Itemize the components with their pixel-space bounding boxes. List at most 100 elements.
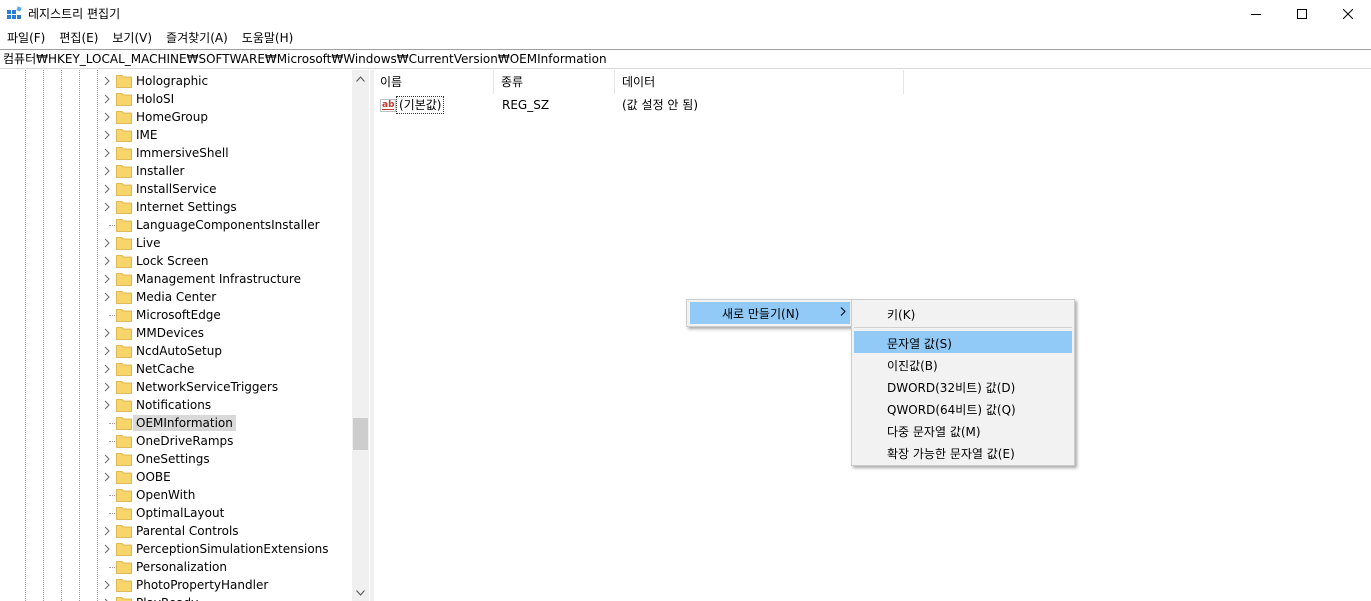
scroll-down-button[interactable] [352,584,369,601]
chevron-right-icon[interactable] [102,346,112,356]
value-row[interactable]: ab (기본값) REG_SZ (값 설정 안 됨) [374,96,1371,114]
tree-item[interactable]: OptimalLayout [0,504,352,522]
new-submenu: 키(K) 문자열 값(S) 이진값(B) DWORD(32비트) 값(D) QW… [851,299,1075,466]
tree-item-label: InstallService [136,182,217,196]
chevron-right-icon[interactable] [102,256,112,266]
tree-item[interactable]: Personalization [0,558,352,576]
chevron-right-icon [840,307,846,316]
tree-item-label: Holographic [136,74,209,88]
submenu-item-multi-string-value[interactable]: 다중 문자열 값(M) [854,419,1072,441]
menu-help[interactable]: 도움말(H) [235,28,301,48]
svg-text:ab: ab [382,100,395,110]
tree-item-label: OEMInformation [133,415,236,431]
chevron-right-icon[interactable] [102,238,112,248]
tree-item[interactable]: Installer [0,162,352,180]
minimize-button[interactable] [1233,0,1279,28]
menu-file[interactable]: 파일(F) [0,28,52,48]
submenu-item-string-value[interactable]: 문자열 값(S) [854,331,1072,353]
chevron-right-icon[interactable] [102,454,112,464]
tree-item[interactable]: Internet Settings [0,198,352,216]
chevron-right-icon[interactable] [102,94,112,104]
chevron-right-icon[interactable] [102,76,112,86]
column-type[interactable]: 종류 [495,70,615,94]
submenu-item-qword-value[interactable]: QWORD(64비트) 값(Q) [854,397,1072,419]
tree-item-label: LanguageComponentsInstaller [136,218,320,232]
tree-item[interactable]: NcdAutoSetup [0,342,352,360]
tree-item[interactable]: LanguageComponentsInstaller [0,216,352,234]
tree-item[interactable]: OOBE [0,468,352,486]
tree-item[interactable]: Holographic [0,72,352,90]
scroll-up-button[interactable] [352,70,369,87]
tree-item[interactable]: OneDriveRamps [0,432,352,450]
chevron-right-icon[interactable] [102,292,112,302]
menu-view[interactable]: 보기(V) [105,28,159,48]
tree-item[interactable]: OpenWith [0,486,352,504]
tree-item[interactable]: Management Infrastructure [0,270,352,288]
close-button[interactable] [1325,0,1371,28]
folder-icon [116,129,132,142]
maximize-button[interactable] [1279,0,1325,28]
submenu-item-expandable-string-value[interactable]: 확장 가능한 문자열 값(E) [854,441,1072,463]
folder-icon [116,381,132,394]
tree-item[interactable]: OneSettings [0,450,352,468]
tree-item[interactable]: MicrosoftEdge [0,306,352,324]
chevron-right-icon[interactable] [102,544,112,554]
tree-item[interactable]: Notifications [0,396,352,414]
chevron-right-icon[interactable] [102,328,112,338]
scroll-thumb[interactable] [353,418,368,450]
chevron-right-icon[interactable] [102,382,112,392]
tree-item[interactable]: NetCache [0,360,352,378]
tree-item[interactable]: OEMInformation [0,414,352,432]
chevron-right-icon[interactable] [102,580,112,590]
chevron-right-icon[interactable] [102,400,112,410]
tree-item[interactable]: Lock Screen [0,252,352,270]
submenu-item-key[interactable]: 키(K) [854,302,1072,324]
window-title: 레지스트리 편집기 [28,7,121,21]
menu-edit[interactable]: 편집(E) [52,28,105,48]
chevron-right-icon[interactable] [102,184,112,194]
submenu-item-dword-value[interactable]: DWORD(32비트) 값(D) [854,375,1072,397]
tree-item-label: OneDriveRamps [136,434,234,448]
chevron-right-icon[interactable] [102,526,112,536]
tree-item-label: Installer [136,164,185,178]
tree-item[interactable]: MMDevices [0,324,352,342]
tree-item[interactable]: Live [0,234,352,252]
tree-item-label: MMDevices [136,326,204,340]
chevron-right-icon[interactable] [102,202,112,212]
tree-item-label: OOBE [136,470,171,484]
chevron-right-icon[interactable] [102,166,112,176]
address-bar[interactable]: 컴퓨터₩HKEY_LOCAL_MACHINE₩SOFTWARE₩Microsof… [0,49,1371,69]
tree-item[interactable]: NetworkServiceTriggers [0,378,352,396]
tree-item[interactable]: Parental Controls [0,522,352,540]
tree-scrollbar[interactable] [352,70,369,601]
tree-item[interactable]: HomeGroup [0,108,352,126]
tree-item[interactable]: IME [0,126,352,144]
column-name[interactable]: 이름 [374,70,494,94]
registry-editor-icon [7,6,22,19]
submenu-item-binary-value[interactable]: 이진값(B) [854,353,1072,375]
tree-item[interactable]: Media Center [0,288,352,306]
value-name: (기본값) [396,96,445,114]
folder-icon [116,435,132,448]
chevron-right-icon[interactable] [102,148,112,158]
tree-item[interactable]: InstallService [0,180,352,198]
tree-item[interactable]: PerceptionSimulationExtensions [0,540,352,558]
folder-icon [116,111,132,124]
minimize-icon [1251,14,1261,15]
chevron-right-icon[interactable] [102,274,112,284]
tree-item-label: Media Center [136,290,217,304]
tree-item-label: Live [136,236,161,250]
chevron-right-icon[interactable] [102,472,112,482]
tree-item[interactable]: ImmersiveShell [0,144,352,162]
menu-item-new[interactable]: 새로 만들기(N) [690,302,850,324]
tree-item[interactable]: PlayReady [0,594,352,601]
tree-item[interactable]: PhotoPropertyHandler [0,576,352,594]
column-data[interactable]: 데이터 [616,70,904,94]
chevron-right-icon[interactable] [102,364,112,374]
chevron-right-icon[interactable] [102,112,112,122]
tree-item[interactable]: HoloSI [0,90,352,108]
folder-icon [116,453,132,466]
key-tree[interactable]: Holographic HoloSI HomeGroup IME ImmersiveSh… [0,70,370,601]
menu-favorites[interactable]: 즐겨찾기(A) [159,28,235,48]
chevron-right-icon[interactable] [102,130,112,140]
